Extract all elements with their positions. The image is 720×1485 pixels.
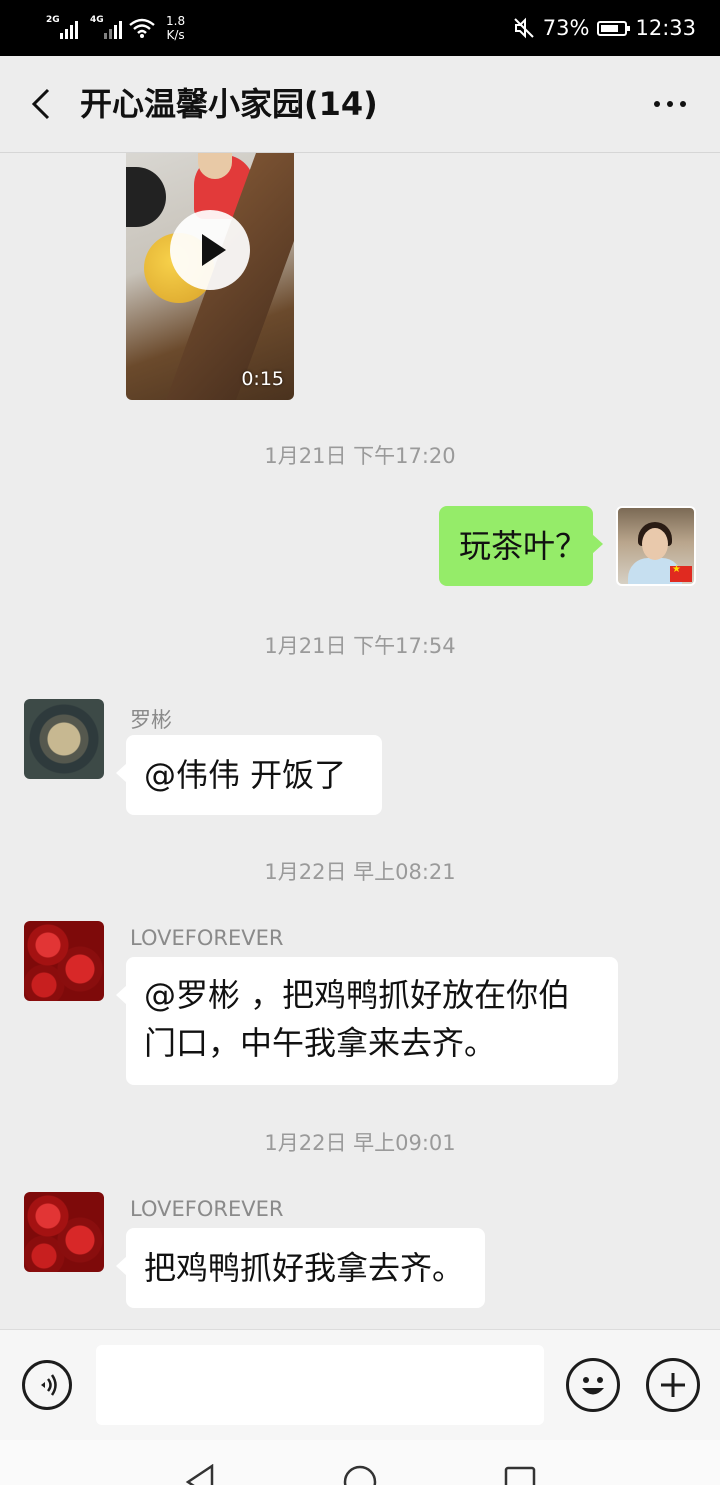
message-input[interactable] [96, 1345, 544, 1425]
message-bubble[interactable]: 把鸡鸭抓好我拿去齐。 [116, 1228, 485, 1308]
message-text-line: 门口，中午我拿来去齐。 [144, 1024, 497, 1062]
message-text: 把鸡鸭抓好我拿去齐。 [144, 1249, 465, 1287]
avatar-self[interactable] [616, 506, 696, 586]
signal-2g-icon: 2G [46, 15, 78, 39]
status-right: 73% 12:33 [513, 0, 696, 56]
status-bar: 2G 4G 1.8 K/s 73% 12:33 [0, 0, 720, 56]
network-speed: 1.8 K/s [166, 14, 185, 42]
avatar-loveforever[interactable] [24, 921, 104, 1001]
message-bubble-self[interactable]: 玩茶叶？ [439, 506, 603, 586]
network-speed-value: 1.8 [166, 14, 186, 28]
plus-icon[interactable] [646, 1358, 700, 1412]
video-duration: 0:15 [241, 368, 284, 390]
wifi-icon [129, 18, 155, 38]
input-bar [0, 1329, 720, 1440]
sender-name: LOVEFOREVER [130, 926, 284, 950]
avatar-loveforever[interactable] [24, 1192, 104, 1272]
message-text-line: @罗彬 ，把鸡鸭抓好放在你伯 [144, 976, 571, 1014]
triangle-back-icon[interactable] [182, 1464, 218, 1485]
battery-icon [597, 20, 631, 36]
network-speed-unit: K/s [166, 28, 185, 42]
system-nav-bar [0, 1440, 720, 1485]
timestamp: 1月22日 早上08:21 [264, 860, 456, 884]
voice-icon[interactable] [22, 1360, 72, 1410]
more-dots-icon[interactable] [650, 92, 690, 116]
clock: 12:33 [635, 16, 696, 40]
video-message[interactable]: 0:15 [126, 153, 294, 400]
sender-name: 罗彬 [130, 708, 172, 732]
message-bubble[interactable]: @伟伟 开饭了 [116, 735, 382, 815]
chevron-left-icon[interactable] [22, 84, 62, 124]
circle-home-icon[interactable] [342, 1464, 378, 1485]
emoji-icon[interactable] [566, 1358, 620, 1412]
timestamp: 1月22日 早上09:01 [264, 1131, 456, 1155]
timestamp: 1月21日 下午17:20 [264, 444, 456, 468]
timestamp: 1月21日 下午17:54 [264, 634, 456, 658]
message-text: @伟伟 开饭了 [144, 756, 347, 794]
flag-icon [670, 564, 692, 582]
signal-4g-icon: 4G [90, 15, 122, 39]
mute-icon [514, 17, 534, 39]
message-bubble[interactable]: @罗彬 ，把鸡鸭抓好放在你伯 门口，中午我拿来去齐。 [116, 957, 618, 1085]
avatar-luobin[interactable] [24, 699, 104, 779]
signal-4g-label: 4G [90, 15, 104, 25]
chat-title: 开心温馨小家园(14) [80, 85, 378, 123]
chat-header: 开心温馨小家园(14) [0, 56, 720, 153]
status-left: 2G 4G 1.8 K/s [46, 10, 185, 46]
message-text: 玩茶叶？ [459, 527, 588, 565]
square-recent-icon[interactable] [502, 1464, 538, 1485]
play-icon[interactable] [170, 210, 250, 290]
battery-percent: 73% [542, 16, 590, 40]
sender-name: LOVEFOREVER [130, 1197, 284, 1221]
signal-2g-label: 2G [46, 15, 60, 25]
